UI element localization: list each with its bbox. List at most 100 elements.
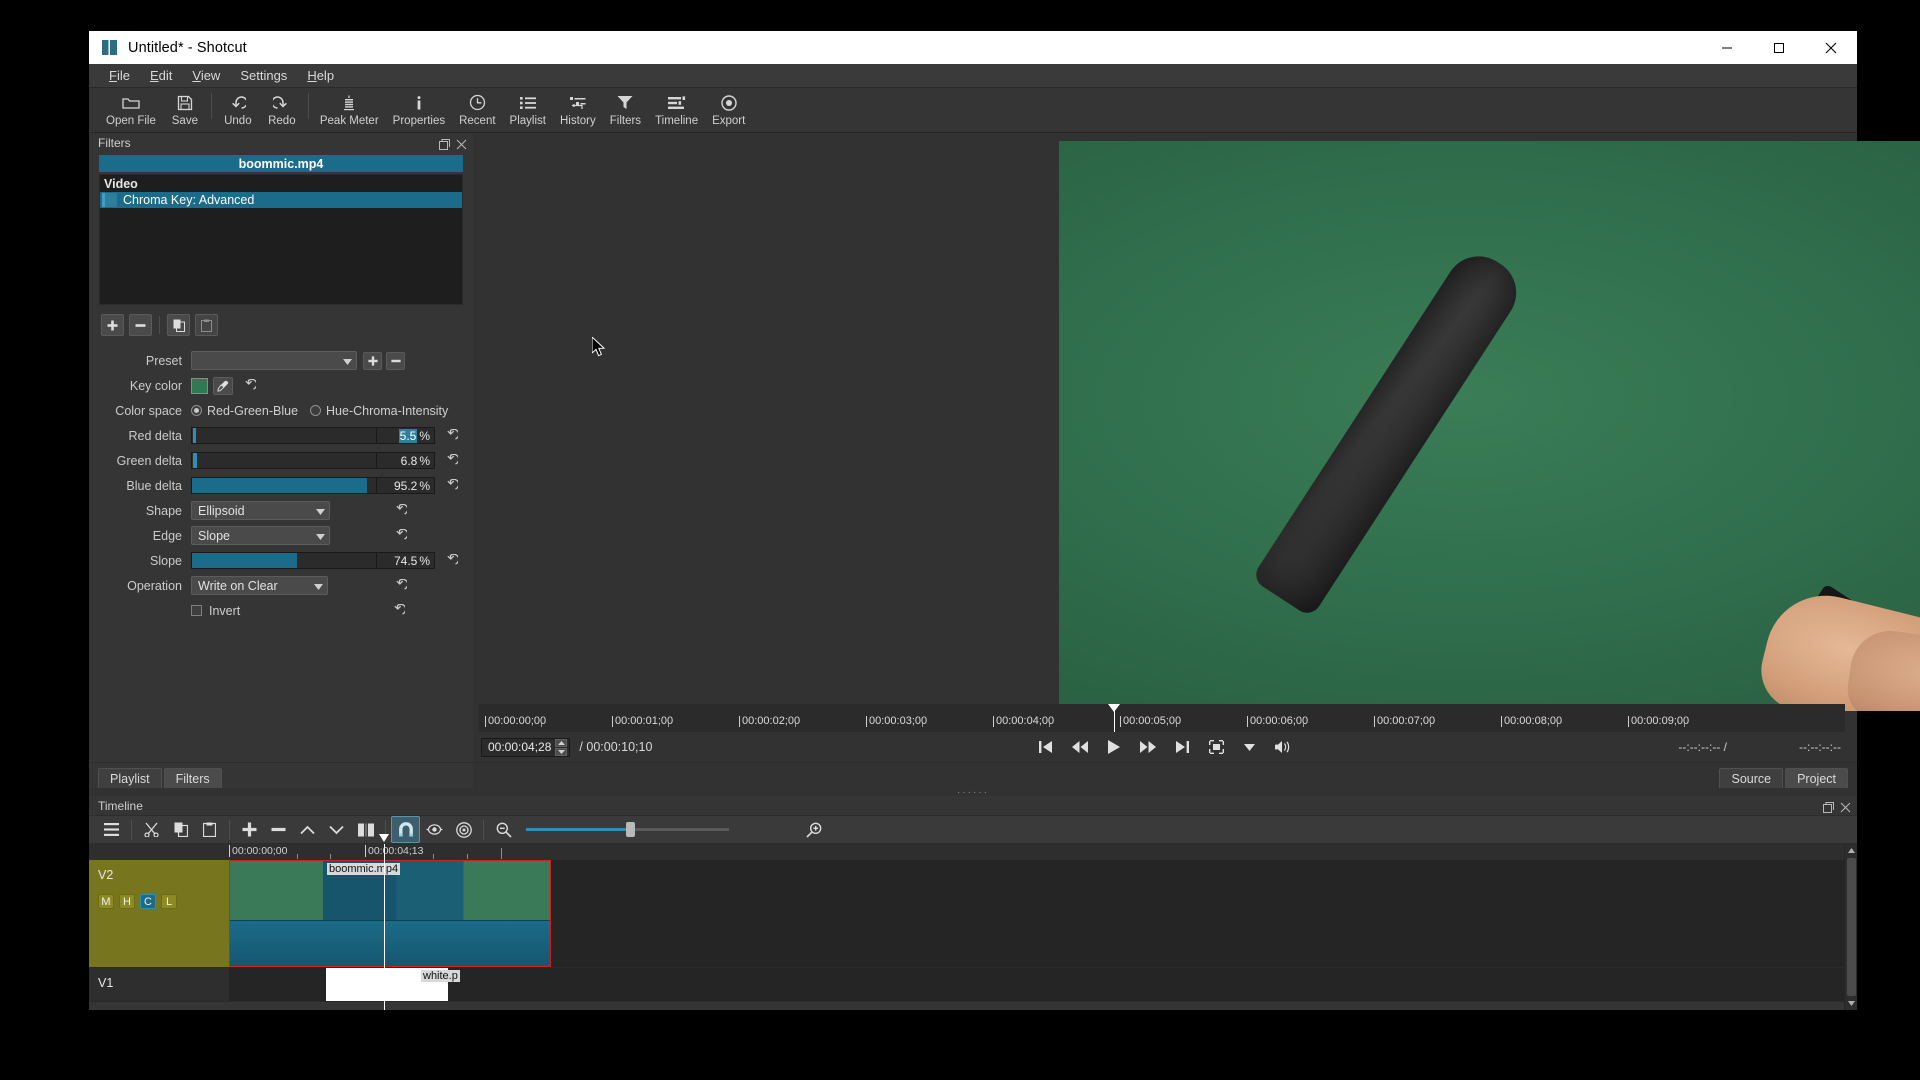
properties-button[interactable]: Properties xyxy=(386,88,452,133)
delete-preset-button[interactable] xyxy=(386,351,405,370)
red-delta-reset-button[interactable] xyxy=(443,428,459,444)
track-body-v1[interactable]: white.p xyxy=(229,968,1844,1002)
scrollbar-thumb[interactable] xyxy=(1846,858,1856,996)
float-icon[interactable] xyxy=(1823,800,1834,813)
red-delta-spinbox[interactable]: 5.5 % xyxy=(377,427,435,444)
tab-source[interactable]: Source xyxy=(1719,768,1784,788)
applied-filters-list[interactable]: Video Chroma Key: Advanced xyxy=(99,174,463,305)
green-delta-handle[interactable] xyxy=(193,453,197,468)
timeline-button[interactable]: Timeline xyxy=(648,88,705,133)
timeline-ruler-body[interactable]: 00:00:00;00 00:00:04;13 xyxy=(229,844,1844,860)
zoom-in-button[interactable] xyxy=(799,816,828,843)
timeline-zoom-slider[interactable] xyxy=(526,822,729,837)
invert-checkbox[interactable] xyxy=(191,605,202,616)
filter-enabled-checkbox[interactable] xyxy=(102,193,117,207)
operation-reset-button[interactable] xyxy=(392,578,408,594)
edge-combobox[interactable]: Slope xyxy=(191,526,330,545)
horizontal-splitter[interactable]: ······ xyxy=(89,787,1857,798)
track-mute-badge[interactable]: M xyxy=(98,894,114,909)
stepper-up-icon[interactable] xyxy=(555,738,568,747)
cut-button[interactable] xyxy=(137,816,166,843)
key-color-reset-button[interactable] xyxy=(241,378,257,394)
undo-button[interactable]: Undo xyxy=(216,88,260,133)
video-preview-area[interactable] xyxy=(473,133,1920,711)
append-button[interactable] xyxy=(235,816,264,843)
float-icon[interactable] xyxy=(439,137,450,150)
edge-reset-button[interactable] xyxy=(392,528,408,544)
history-button[interactable]: History xyxy=(553,88,603,133)
slope-slider[interactable] xyxy=(191,552,377,569)
track-hide-badge[interactable]: H xyxy=(119,894,135,909)
recent-button[interactable]: Recent xyxy=(452,88,502,133)
scrub-while-dragging-button[interactable] xyxy=(420,816,449,843)
player-options-button[interactable] xyxy=(1243,743,1255,751)
slope-reset-button[interactable] xyxy=(443,553,459,569)
minimize-button[interactable] xyxy=(1701,31,1753,64)
filters-button[interactable]: Filters xyxy=(603,88,648,133)
player-timeline-ruler[interactable]: 00:00:00;00 00:00:01;00 00:00:02;00 00:0… xyxy=(479,704,1845,732)
video-frame[interactable] xyxy=(1059,141,1920,711)
key-color-swatch[interactable] xyxy=(191,377,208,394)
blue-delta-slider[interactable] xyxy=(191,477,377,494)
remove-filter-button[interactable] xyxy=(129,314,152,336)
open-file-button[interactable]: Open File xyxy=(99,88,163,133)
rewind-button[interactable] xyxy=(1071,741,1088,753)
add-filter-button[interactable] xyxy=(101,314,124,336)
lift-button[interactable] xyxy=(293,816,322,843)
snap-button[interactable] xyxy=(391,816,420,843)
timeline-menu-button[interactable] xyxy=(97,816,126,843)
scroll-up-icon[interactable] xyxy=(1845,844,1858,857)
ripple-delete-button[interactable] xyxy=(264,816,293,843)
copy-filters-button[interactable] xyxy=(167,314,190,336)
player-playhead[interactable] xyxy=(1108,704,1120,732)
invert-checkbox-row[interactable]: Invert xyxy=(191,604,240,618)
red-delta-handle[interactable] xyxy=(193,428,196,443)
timeline-ruler[interactable]: 00:00:00;00 00:00:04;13 xyxy=(89,844,1844,860)
redo-button[interactable]: Redo xyxy=(260,88,304,133)
fast-forward-button[interactable] xyxy=(1139,741,1156,753)
shape-reset-button[interactable] xyxy=(392,503,408,519)
grab-frame-button[interactable] xyxy=(1208,740,1224,754)
timeline-playhead[interactable] xyxy=(379,834,389,1010)
tab-project[interactable]: Project xyxy=(1785,768,1848,788)
maximize-button[interactable] xyxy=(1753,31,1805,64)
operation-combobox[interactable]: Write on Clear xyxy=(191,576,328,595)
export-button[interactable]: Export xyxy=(705,88,752,133)
track-composite-badge[interactable]: C xyxy=(140,894,156,909)
timeline-clip-boommic[interactable]: boommic.mp4 xyxy=(229,860,551,967)
scroll-down-icon[interactable] xyxy=(1845,997,1858,1010)
invert-reset-button[interactable] xyxy=(390,603,406,619)
shape-combobox[interactable]: Ellipsoid xyxy=(191,501,330,520)
menu-help[interactable]: Help xyxy=(297,65,344,87)
tab-playlist[interactable]: Playlist xyxy=(98,768,162,788)
ripple-all-tracks-button[interactable] xyxy=(449,816,478,843)
green-delta-slider[interactable] xyxy=(191,452,377,469)
zoom-slider-track[interactable] xyxy=(526,822,729,837)
split-button[interactable] xyxy=(351,816,380,843)
color-space-option-hci[interactable]: Hue-Chroma-Intensity xyxy=(310,404,448,418)
track-lock-badge[interactable]: L xyxy=(161,894,177,909)
track-head-v2[interactable]: V2 M H C L xyxy=(89,860,229,968)
stepper-down-icon[interactable] xyxy=(555,747,568,756)
vertical-splitter[interactable] xyxy=(570,844,576,1010)
paste-button[interactable] xyxy=(195,816,224,843)
close-button[interactable] xyxy=(1805,31,1857,64)
zoom-out-button[interactable] xyxy=(489,816,518,843)
peak-meter-button[interactable]: Peak Meter xyxy=(313,88,386,133)
play-button[interactable] xyxy=(1107,740,1120,754)
skip-to-end-button[interactable] xyxy=(1175,741,1189,753)
filter-list-item[interactable]: Chroma Key: Advanced xyxy=(100,192,462,208)
overwrite-button[interactable] xyxy=(322,816,351,843)
playlist-button[interactable]: Playlist xyxy=(503,88,553,133)
preset-combobox[interactable] xyxy=(191,351,357,370)
menu-edit[interactable]: Edit xyxy=(140,65,182,87)
tab-filters[interactable]: Filters xyxy=(163,768,222,788)
green-delta-reset-button[interactable] xyxy=(443,453,459,469)
blue-delta-spinbox[interactable]: 95.2 % xyxy=(377,477,435,494)
close-panel-icon[interactable] xyxy=(1840,800,1851,813)
slope-spinbox[interactable]: 74.5 % xyxy=(377,552,435,569)
timeline-vertical-scrollbar[interactable] xyxy=(1844,844,1857,1010)
green-delta-spinbox[interactable]: 6.8 % xyxy=(377,452,435,469)
track-head-v1[interactable]: V1 xyxy=(89,968,229,1002)
position-stepper[interactable] xyxy=(555,738,568,756)
